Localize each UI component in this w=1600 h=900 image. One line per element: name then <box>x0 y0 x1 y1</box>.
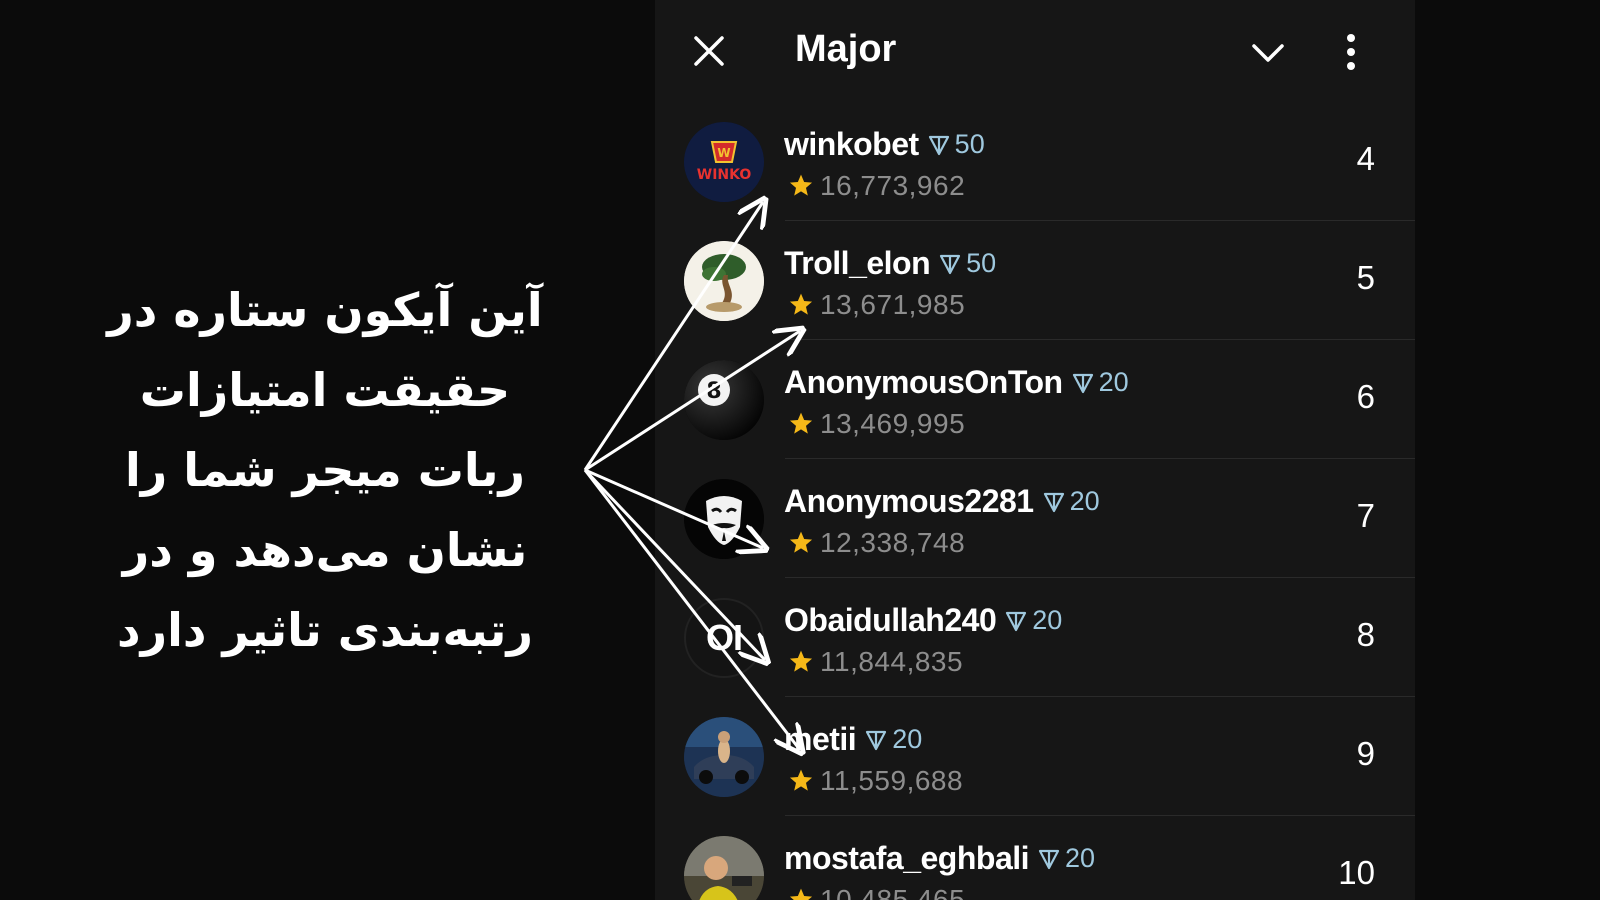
username: Troll_elon <box>784 245 931 281</box>
list-item[interactable]: Troll_elon 50 13,671,985 5 <box>655 221 1415 340</box>
star-icon <box>789 174 813 196</box>
ton-icon <box>866 730 887 750</box>
leaderboard-list: W WINKO winkobet 50 16,773,962 4 Troll_e… <box>655 102 1415 900</box>
rank-number: 8 <box>1356 616 1375 653</box>
ton-amount: 20 <box>1069 486 1100 516</box>
list-item[interactable]: mostafa_eghbali 20 10,485,465 10 <box>655 816 1415 900</box>
eight-ball-avatar: 8 <box>684 360 764 440</box>
avatar-text: 8 <box>706 379 721 404</box>
avatar-text: WINKO <box>697 167 752 183</box>
page-title: Major <box>795 28 897 70</box>
list-item[interactable]: 8 AnonymousOnTon 20 13,469,995 6 <box>655 340 1415 459</box>
ton-icon <box>1038 849 1060 869</box>
svg-text:W: W <box>717 146 730 160</box>
rank-number: 9 <box>1356 735 1375 772</box>
username: AnonymousOnTon <box>784 364 1063 400</box>
username: Obaidullah240 <box>784 602 997 638</box>
username: mostafa_eghbali <box>784 840 1030 876</box>
close-icon[interactable] <box>691 33 727 69</box>
ton-amount: 50 <box>966 248 997 278</box>
ton-icon <box>1072 373 1093 393</box>
rank-number: 10 <box>1338 854 1375 891</box>
rank-number: 4 <box>1356 140 1375 177</box>
ton-amount: 50 <box>954 129 985 159</box>
star-icon <box>789 650 813 672</box>
score-value: 10,485,465 <box>820 884 966 900</box>
star-icon <box>789 769 813 791</box>
annotation-line: رتبه‌بندی تاثیر دارد <box>117 603 533 657</box>
list-item[interactable]: OI Obaidullah240 20 11,844,835 8 <box>655 578 1415 697</box>
annotation-line: آین آیکون ستاره در <box>107 283 543 337</box>
ton-amount: 20 <box>1098 367 1129 397</box>
ton-icon <box>1006 611 1027 631</box>
list-item[interactable]: W WINKO winkobet 50 16,773,962 4 <box>655 102 1415 221</box>
score-value: 13,671,985 <box>820 289 966 320</box>
avatar-text: OI <box>705 617 743 658</box>
anonymous-mask-avatar <box>684 479 764 559</box>
ton-amount: 20 <box>892 724 923 754</box>
star-icon <box>789 888 813 900</box>
star-icon <box>789 531 813 553</box>
person-photo-avatar <box>684 836 764 900</box>
list-item[interactable]: Anonymous2281 20 12,338,748 7 <box>655 459 1415 578</box>
score-value: 11,844,835 <box>820 646 964 677</box>
score-value: 13,469,995 <box>820 408 966 439</box>
rank-number: 6 <box>1356 378 1375 415</box>
annotation-line: ربات میجر شما را <box>125 443 525 497</box>
annotation-line: نشان می‌دهد و در <box>122 523 528 577</box>
car-photo-avatar <box>684 717 764 797</box>
more-vertical-icon[interactable] <box>1343 32 1359 72</box>
rank-number: 5 <box>1356 259 1375 296</box>
annotation-line: حقیقت امتیازات <box>139 363 511 417</box>
leaderboard-panel: Major W WINKO winkobet 50 16,773,962 4 T… <box>655 0 1415 900</box>
username: metii <box>784 721 857 757</box>
ton-icon <box>928 135 949 155</box>
rank-number: 7 <box>1356 497 1375 534</box>
initials-avatar: OI <box>684 598 764 678</box>
winko-logo-avatar: W WINKO <box>684 122 764 202</box>
annotation-text: آین آیکون ستاره در حقیقت امتیازات ربات م… <box>60 270 590 670</box>
score-value: 11,559,688 <box>820 765 964 796</box>
ton-icon <box>1043 492 1064 512</box>
list-item[interactable]: metii 20 11,559,688 9 <box>655 697 1415 816</box>
star-icon <box>789 412 813 434</box>
chevron-down-icon[interactable] <box>1248 38 1288 68</box>
star-icon <box>789 293 813 315</box>
ton-amount: 20 <box>1065 843 1096 873</box>
username: winkobet <box>784 126 919 162</box>
score-value: 16,773,962 <box>820 170 966 201</box>
panel-header: Major <box>655 0 1415 108</box>
ton-amount: 20 <box>1032 605 1063 635</box>
ton-icon <box>940 254 961 274</box>
username: Anonymous2281 <box>784 483 1034 519</box>
score-value: 12,338,748 <box>820 527 966 558</box>
bonsai-tree-avatar <box>684 241 764 321</box>
